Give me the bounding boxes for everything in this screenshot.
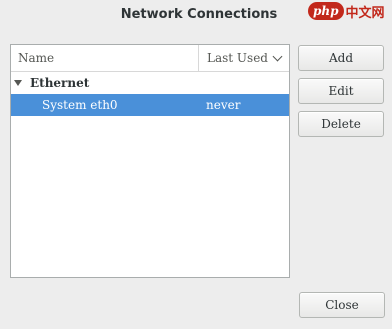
column-header-name-label: Name [18, 51, 55, 65]
connection-row-system-eth0[interactable]: System eth0 never [11, 94, 289, 116]
connections-list[interactable]: Name Last Used Ethernet System eth0 neve… [10, 44, 290, 278]
add-button[interactable]: Add [298, 45, 384, 71]
connection-name: System eth0 [42, 98, 118, 112]
watermark-badge: php [308, 2, 344, 20]
watermark-text: 中文网 [345, 5, 385, 21]
group-label: Ethernet [30, 76, 90, 90]
column-header-last-used[interactable]: Last Used [199, 45, 289, 71]
edit-button[interactable]: Edit [298, 78, 384, 104]
column-header-last-used-label: Last Used [207, 51, 268, 65]
sort-chevron-down-icon [272, 51, 283, 61]
column-header-name[interactable]: Name [11, 45, 199, 71]
connection-last-used: never [206, 98, 241, 112]
watermark-logo: php 中文网 [308, 0, 392, 22]
group-row-ethernet[interactable]: Ethernet [11, 72, 289, 94]
expander-triangle-icon[interactable] [14, 80, 22, 86]
list-header: Name Last Used [11, 45, 289, 72]
delete-button[interactable]: Delete [298, 111, 384, 137]
close-button[interactable]: Close [299, 292, 385, 318]
